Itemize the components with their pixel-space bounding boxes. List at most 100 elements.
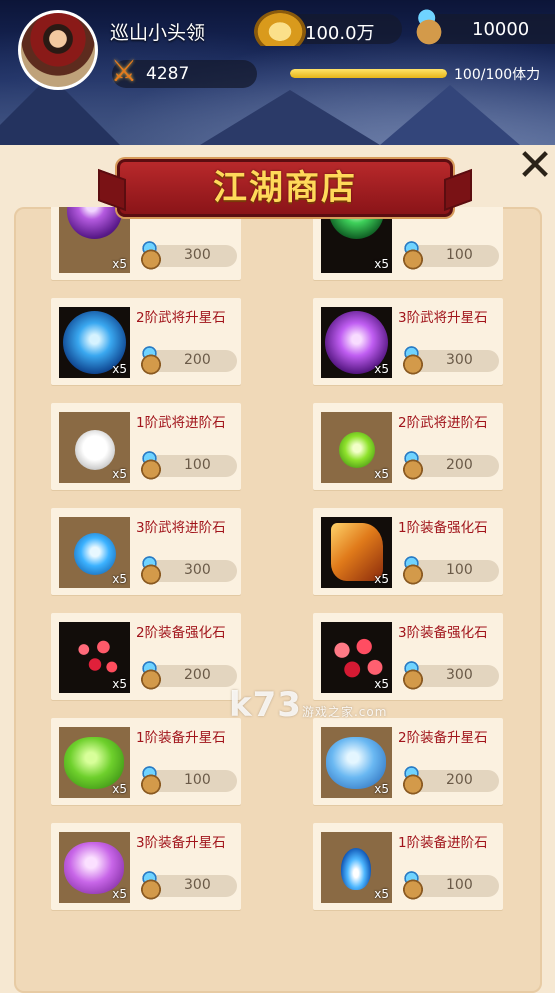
item-price: 200 xyxy=(184,352,211,368)
item-quantity: x5 xyxy=(112,362,127,376)
item-thumbnail[interactable]: x5 xyxy=(59,622,130,693)
item-name: 2阶装备升星石 xyxy=(398,730,488,746)
shop-title-banner: 江湖商店 xyxy=(117,159,453,217)
item-price: 100 xyxy=(446,247,473,263)
player-hud: 巡山小头领 ⚔ 4287 100.0万 10000 100/100体力 xyxy=(0,0,555,145)
item-thumbnail[interactable]: x5 xyxy=(59,207,130,273)
item-name: 3阶装备强化石 xyxy=(398,625,488,641)
shop-item-card[interactable]: x5 1阶装备进阶石 100 xyxy=(313,823,503,910)
item-quantity: x5 xyxy=(374,887,389,901)
shop-item-card[interactable]: x5 2阶武将升星石 200 xyxy=(51,298,241,385)
shop-item-card[interactable]: x5 100 xyxy=(313,207,503,280)
mountain-decoration xyxy=(200,90,380,145)
shop-item-card[interactable]: x5 3阶武将升星石 300 xyxy=(313,298,503,385)
item-quantity: x5 xyxy=(112,572,127,586)
item-price: 100 xyxy=(184,457,211,473)
gem-bag-icon xyxy=(136,660,166,690)
watermark: k73游戏之家.com xyxy=(229,685,387,725)
item-quantity: x5 xyxy=(112,257,127,271)
item-thumbnail[interactable]: x5 xyxy=(59,832,130,903)
gem-bag-icon xyxy=(398,450,428,480)
gem-bag-icon xyxy=(398,660,428,690)
item-art-icon xyxy=(75,430,115,470)
crossed-swords-icon: ⚔ xyxy=(110,54,138,89)
item-quantity: x5 xyxy=(112,887,127,901)
item-thumbnail[interactable]: x5 xyxy=(321,307,392,378)
item-price: 200 xyxy=(446,457,473,473)
mountain-decoration xyxy=(380,85,520,145)
shop-item-card[interactable]: x5 3阶装备升星石 300 xyxy=(51,823,241,910)
shop-item-card[interactable]: x5 1阶装备强化石 100 xyxy=(313,508,503,595)
power-value: 4287 xyxy=(146,64,190,84)
item-thumbnail[interactable]: x5 xyxy=(321,727,392,798)
item-name: 1阶武将进阶石 xyxy=(136,415,226,431)
gem-bag-icon xyxy=(398,345,428,375)
item-thumbnail[interactable]: x5 xyxy=(321,517,392,588)
close-icon[interactable]: ✕ xyxy=(515,144,555,188)
item-quantity: x5 xyxy=(112,782,127,796)
item-thumbnail[interactable]: x5 xyxy=(59,517,130,588)
item-quantity: x5 xyxy=(374,467,389,481)
shop-item-card[interactable]: x5 2阶装备强化石 200 xyxy=(51,613,241,700)
item-quantity: x5 xyxy=(374,782,389,796)
item-price: 200 xyxy=(446,772,473,788)
shop-item-card[interactable]: x5 2阶装备升星石 200 xyxy=(313,718,503,805)
gem-bag-icon xyxy=(398,765,428,795)
shop-item-area[interactable]: x5 300 x5 100 x5 2阶武将升星石 200 x5 3阶武将升星石 300 x5 1阶武将… xyxy=(14,207,542,993)
item-name: 2阶武将进阶石 xyxy=(398,415,488,431)
gem-bag-icon xyxy=(398,555,428,585)
stamina-text: 100/100体力 xyxy=(454,67,541,83)
item-quantity: x5 xyxy=(112,467,127,481)
shop-item-card[interactable]: x5 2阶武将进阶石 200 xyxy=(313,403,503,490)
item-name: 2阶武将升星石 xyxy=(136,310,226,326)
shop-panel: x5 300 x5 100 x5 2阶武将升星石 200 x5 3阶武将升星石 300 x5 1阶武将… xyxy=(0,144,555,993)
item-quantity: x5 xyxy=(374,572,389,586)
item-quantity: x5 xyxy=(374,362,389,376)
watermark-main: k73 xyxy=(229,685,302,725)
gem-bag-icon xyxy=(136,555,166,585)
item-price: 100 xyxy=(184,772,211,788)
item-price: 300 xyxy=(446,667,473,683)
gem-bag-icon xyxy=(136,450,166,480)
item-price: 200 xyxy=(184,667,211,683)
item-name: 1阶装备强化石 xyxy=(398,520,488,536)
item-name: 3阶武将升星石 xyxy=(398,310,488,326)
gem-bag-icon xyxy=(136,870,166,900)
shop-item-card[interactable]: x5 300 xyxy=(51,207,241,280)
item-name: 1阶装备升星石 xyxy=(136,730,226,746)
shop-item-card[interactable]: x5 3阶武将进阶石 300 xyxy=(51,508,241,595)
item-thumbnail[interactable]: x5 xyxy=(321,412,392,483)
item-art-icon xyxy=(67,207,122,239)
stamina-bar xyxy=(290,69,447,78)
player-name: 巡山小头领 xyxy=(110,22,206,44)
gold-value: 100.0万 xyxy=(305,23,375,44)
item-name: 3阶装备升星石 xyxy=(136,835,226,851)
item-thumbnail[interactable]: x5 xyxy=(59,412,130,483)
item-quantity: x5 xyxy=(374,257,389,271)
gem-bag-icon xyxy=(136,765,166,795)
item-name: 1阶装备进阶石 xyxy=(398,835,488,851)
item-name: 2阶装备强化石 xyxy=(136,625,226,641)
avatar-portrait xyxy=(21,13,95,87)
gold-ingot-icon xyxy=(254,10,306,46)
gem-bag-icon xyxy=(398,240,428,270)
item-thumbnail[interactable]: x5 xyxy=(59,727,130,798)
item-art-icon xyxy=(339,432,375,468)
watermark-sub: 游戏之家 xyxy=(301,705,354,719)
shop-item-card[interactable]: x5 1阶装备升星石 100 xyxy=(51,718,241,805)
item-price: 300 xyxy=(184,877,211,893)
item-thumbnail[interactable]: x5 xyxy=(321,622,392,693)
shop-item-card[interactable]: x5 1阶武将进阶石 100 xyxy=(51,403,241,490)
item-price: 100 xyxy=(446,877,473,893)
item-art-icon xyxy=(74,533,116,575)
item-price: 300 xyxy=(184,247,211,263)
gem-bag-icon xyxy=(406,6,452,46)
gem-bag-icon xyxy=(136,345,166,375)
gem-value: 10000 xyxy=(472,19,530,40)
item-art-icon xyxy=(67,632,123,682)
item-thumbnail[interactable]: x5 xyxy=(321,832,392,903)
item-price: 300 xyxy=(446,352,473,368)
player-avatar[interactable] xyxy=(18,10,98,90)
item-price: 100 xyxy=(446,562,473,578)
item-thumbnail[interactable]: x5 xyxy=(59,307,130,378)
